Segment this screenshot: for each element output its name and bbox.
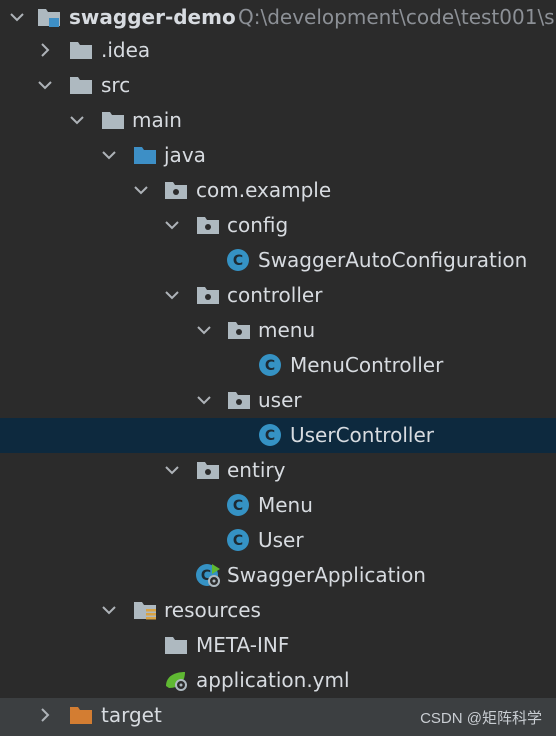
tree-item-label: java bbox=[164, 143, 206, 167]
tree-item-label: .idea bbox=[101, 38, 151, 62]
tree-row-project-root[interactable]: swagger-demo Q:\development\code\test001… bbox=[0, 0, 556, 35]
excluded-folder-icon bbox=[70, 707, 92, 724]
tree-row-config[interactable]: config bbox=[0, 208, 556, 243]
spring-config-icon bbox=[166, 672, 187, 691]
module-folder-icon bbox=[38, 9, 60, 27]
tree-item-label: Menu bbox=[258, 493, 313, 517]
tree-item-label: user bbox=[258, 388, 302, 412]
tree-row-java[interactable]: java bbox=[0, 138, 556, 173]
svg-text:C: C bbox=[233, 253, 243, 269]
folder-icon bbox=[102, 112, 124, 129]
tree-item-label: SwaggerAutoConfiguration bbox=[258, 248, 528, 272]
tree-item-label: src bbox=[101, 73, 131, 97]
folder-icon bbox=[70, 77, 92, 94]
package-icon bbox=[197, 217, 219, 234]
project-path: Q:\development\code\test001\s bbox=[238, 5, 555, 29]
chevron-down-icon[interactable] bbox=[132, 181, 150, 199]
chevron-down-icon[interactable] bbox=[163, 216, 181, 234]
tree-item-label: User bbox=[258, 528, 304, 552]
tree-item-label: resources bbox=[164, 598, 261, 622]
svg-text:C: C bbox=[265, 358, 275, 374]
svg-text:C: C bbox=[265, 428, 275, 444]
tree-item-label: UserController bbox=[290, 423, 434, 447]
tree-row-src[interactable]: src bbox=[0, 68, 556, 103]
tree-row-application-yml[interactable]: application.yml bbox=[0, 663, 556, 698]
tree-row-com-example[interactable]: com.example bbox=[0, 173, 556, 208]
chevron-down-icon[interactable] bbox=[163, 286, 181, 304]
tree-row-menu-package[interactable]: menu bbox=[0, 313, 556, 348]
csdn-watermark: CSDN @矩阵科学 bbox=[420, 710, 542, 727]
chevron-down-icon[interactable] bbox=[195, 391, 213, 409]
tree-item-label: menu bbox=[258, 318, 316, 342]
project-name: swagger-demo bbox=[69, 5, 236, 29]
tree-item-label: META-INF bbox=[196, 633, 290, 657]
chevron-down-icon[interactable] bbox=[8, 8, 26, 26]
chevron-down-icon[interactable] bbox=[36, 76, 54, 94]
package-icon bbox=[197, 287, 219, 304]
tree-row-menu-controller[interactable]: C MenuController bbox=[0, 348, 556, 383]
source-folder-icon bbox=[134, 147, 156, 164]
tree-row-user-controller[interactable]: C UserController bbox=[0, 418, 556, 453]
chevron-down-icon[interactable] bbox=[100, 146, 118, 164]
svg-text:C: C bbox=[233, 533, 243, 549]
chevron-down-icon[interactable] bbox=[68, 111, 86, 129]
chevron-down-icon[interactable] bbox=[100, 601, 118, 619]
tree-item-label: config bbox=[227, 213, 289, 237]
tree-row-controller[interactable]: controller bbox=[0, 278, 556, 313]
tree-item-label: target bbox=[101, 703, 162, 727]
class-icon: C bbox=[227, 494, 249, 516]
tree-item-label: entiry bbox=[227, 458, 286, 482]
tree-item-label: SwaggerApplication bbox=[227, 563, 426, 587]
chevron-right-icon[interactable] bbox=[36, 706, 54, 724]
tree-row-user-package[interactable]: user bbox=[0, 383, 556, 418]
chevron-down-icon[interactable] bbox=[195, 321, 213, 339]
class-icon: C bbox=[259, 354, 281, 376]
tree-row-swagger-application[interactable]: C SwaggerApplication bbox=[0, 558, 556, 593]
class-icon: C bbox=[227, 529, 249, 551]
tree-row-entiry[interactable]: entiry bbox=[0, 453, 556, 488]
tree-item-label: application.yml bbox=[196, 668, 350, 692]
chevron-right-icon[interactable] bbox=[36, 41, 54, 59]
tree-row-main[interactable]: main bbox=[0, 103, 556, 138]
chevron-down-icon[interactable] bbox=[163, 461, 181, 479]
package-icon bbox=[228, 392, 250, 409]
spring-boot-class-icon: C bbox=[196, 564, 220, 587]
tree-item-label: main bbox=[132, 108, 182, 132]
tree-row-idea[interactable]: .idea bbox=[0, 33, 556, 68]
tree-item-label: controller bbox=[227, 283, 323, 307]
folder-icon bbox=[70, 42, 92, 59]
tree-row-swagger-auto-configuration[interactable]: C SwaggerAutoConfiguration bbox=[0, 243, 556, 278]
tree-row-meta-inf[interactable]: META-INF bbox=[0, 628, 556, 663]
tree-row-user-class[interactable]: C User bbox=[0, 523, 556, 558]
package-icon bbox=[228, 322, 250, 339]
package-icon bbox=[197, 462, 219, 479]
folder-icon bbox=[165, 637, 187, 654]
class-icon: C bbox=[259, 424, 281, 446]
svg-text:C: C bbox=[233, 498, 243, 514]
package-icon bbox=[165, 182, 187, 199]
resources-folder-icon bbox=[134, 602, 156, 620]
tree-item-label: MenuController bbox=[290, 353, 444, 377]
tree-row-menu-class[interactable]: C Menu bbox=[0, 488, 556, 523]
class-icon: C bbox=[227, 249, 249, 271]
tree-row-resources[interactable]: resources bbox=[0, 593, 556, 628]
tree-item-label: com.example bbox=[196, 178, 332, 202]
